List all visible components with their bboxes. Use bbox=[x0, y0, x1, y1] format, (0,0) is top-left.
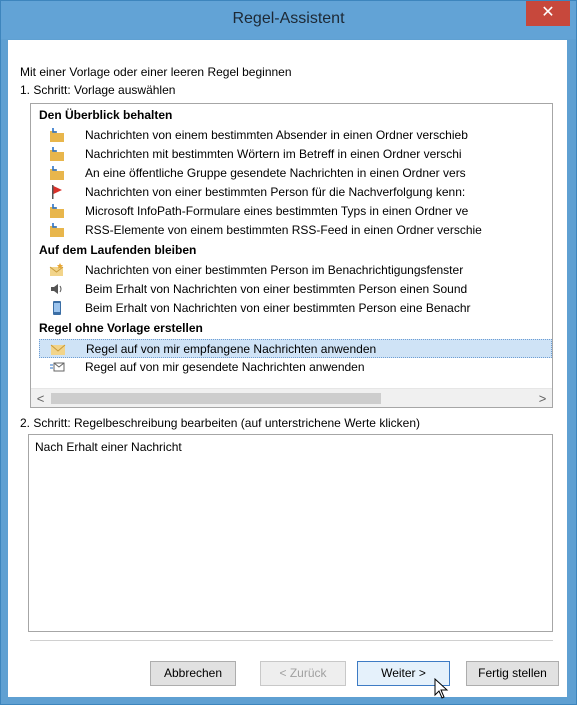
list-item[interactable]: An eine öffentliche Gruppe gesendete Nac… bbox=[49, 164, 552, 183]
folder-arrow-icon bbox=[50, 223, 64, 237]
intro-text: Mit einer Vorlage oder einer leeren Rege… bbox=[20, 65, 292, 79]
list-item-label: Microsoft InfoPath-Formulare eines besti… bbox=[85, 204, 469, 218]
finish-button[interactable]: Fertig stellen bbox=[466, 661, 559, 686]
group-header: Regel ohne Vorlage erstellen bbox=[39, 321, 203, 335]
list-item-label: Nachrichten von einer bestimmten Person … bbox=[85, 185, 466, 199]
list-item-label: Nachrichten von einem bestimmten Absende… bbox=[85, 128, 468, 142]
list-item-label: Regel auf von mir gesendete Nachrichten … bbox=[85, 360, 365, 374]
speaker-icon bbox=[51, 284, 62, 294]
list-item[interactable]: Nachrichten von einer bestimmten Person … bbox=[49, 261, 552, 280]
list-item[interactable]: Regel auf von mir gesendete Nachrichten … bbox=[49, 358, 552, 377]
divider bbox=[30, 640, 553, 641]
list-item-label: Beim Erhalt von Nachrichten von einer be… bbox=[85, 301, 471, 315]
title-bar[interactable]: Regel-Assistent ✕ bbox=[1, 1, 576, 39]
envelope-icon bbox=[50, 344, 66, 355]
rule-description-box[interactable]: Nach Erhalt einer Nachricht bbox=[28, 434, 553, 632]
sent-mail-icon bbox=[50, 362, 65, 372]
phone-icon bbox=[53, 301, 61, 315]
list-item[interactable]: RSS-Elemente von einem bestimmten RSS-Fe… bbox=[49, 221, 552, 240]
rule-description-text: Nach Erhalt einer Nachricht bbox=[35, 440, 182, 454]
cancel-button[interactable]: Abbrechen bbox=[150, 661, 236, 686]
list-item-selected[interactable]: Regel auf von mir empfangene Nachrichten… bbox=[39, 339, 552, 358]
folder-arrow-icon bbox=[50, 204, 64, 218]
list-item[interactable]: Nachrichten von einer bestimmten Person … bbox=[49, 183, 552, 202]
list-item-label: An eine öffentliche Gruppe gesendete Nac… bbox=[85, 166, 466, 180]
envelope-star-icon bbox=[49, 263, 64, 276]
list-item-label: Nachrichten von einer bestimmten Person … bbox=[85, 263, 464, 277]
scroll-thumb[interactable] bbox=[51, 393, 381, 404]
step2-label: 2. Schritt: Regelbeschreibung bearbeiten… bbox=[20, 416, 420, 430]
folder-arrow-icon bbox=[50, 147, 64, 161]
horizontal-scrollbar[interactable]: < > bbox=[31, 388, 552, 407]
group-header: Auf dem Laufenden bleiben bbox=[39, 243, 197, 257]
folder-arrow-icon bbox=[50, 166, 64, 180]
template-list[interactable]: Den Überblick behalten Nachrichten von e… bbox=[30, 103, 553, 408]
scroll-left-button[interactable]: < bbox=[31, 389, 50, 407]
flag-icon bbox=[52, 185, 62, 199]
list-item[interactable]: Beim Erhalt von Nachrichten von einer be… bbox=[49, 299, 552, 318]
group-header: Den Überblick behalten bbox=[39, 108, 173, 122]
list-item[interactable]: Beim Erhalt von Nachrichten von einer be… bbox=[49, 280, 552, 299]
scroll-right-button[interactable]: > bbox=[533, 389, 552, 407]
window-title: Regel-Assistent bbox=[232, 10, 345, 27]
close-button[interactable]: ✕ bbox=[526, 1, 570, 26]
back-button[interactable]: < Zurück bbox=[260, 661, 346, 686]
list-item-label: RSS-Elemente von einem bestimmten RSS-Fe… bbox=[85, 223, 482, 237]
list-item[interactable]: Microsoft InfoPath-Formulare eines besti… bbox=[49, 202, 552, 221]
list-item-label: Regel auf von mir empfangene Nachrichten… bbox=[86, 342, 377, 356]
list-item[interactable]: Nachrichten mit bestimmten Wörtern im Be… bbox=[49, 145, 552, 164]
folder-arrow-icon bbox=[50, 128, 64, 142]
template-list-content: Den Überblick behalten Nachrichten von e… bbox=[31, 104, 552, 388]
list-item-label: Nachrichten mit bestimmten Wörtern im Be… bbox=[85, 147, 462, 161]
list-item-label: Beim Erhalt von Nachrichten von einer be… bbox=[85, 282, 468, 296]
list-item[interactable]: Nachrichten von einem bestimmten Absende… bbox=[49, 126, 552, 145]
step1-label: 1. Schritt: Vorlage auswählen bbox=[20, 83, 176, 97]
cursor-icon bbox=[434, 678, 449, 699]
